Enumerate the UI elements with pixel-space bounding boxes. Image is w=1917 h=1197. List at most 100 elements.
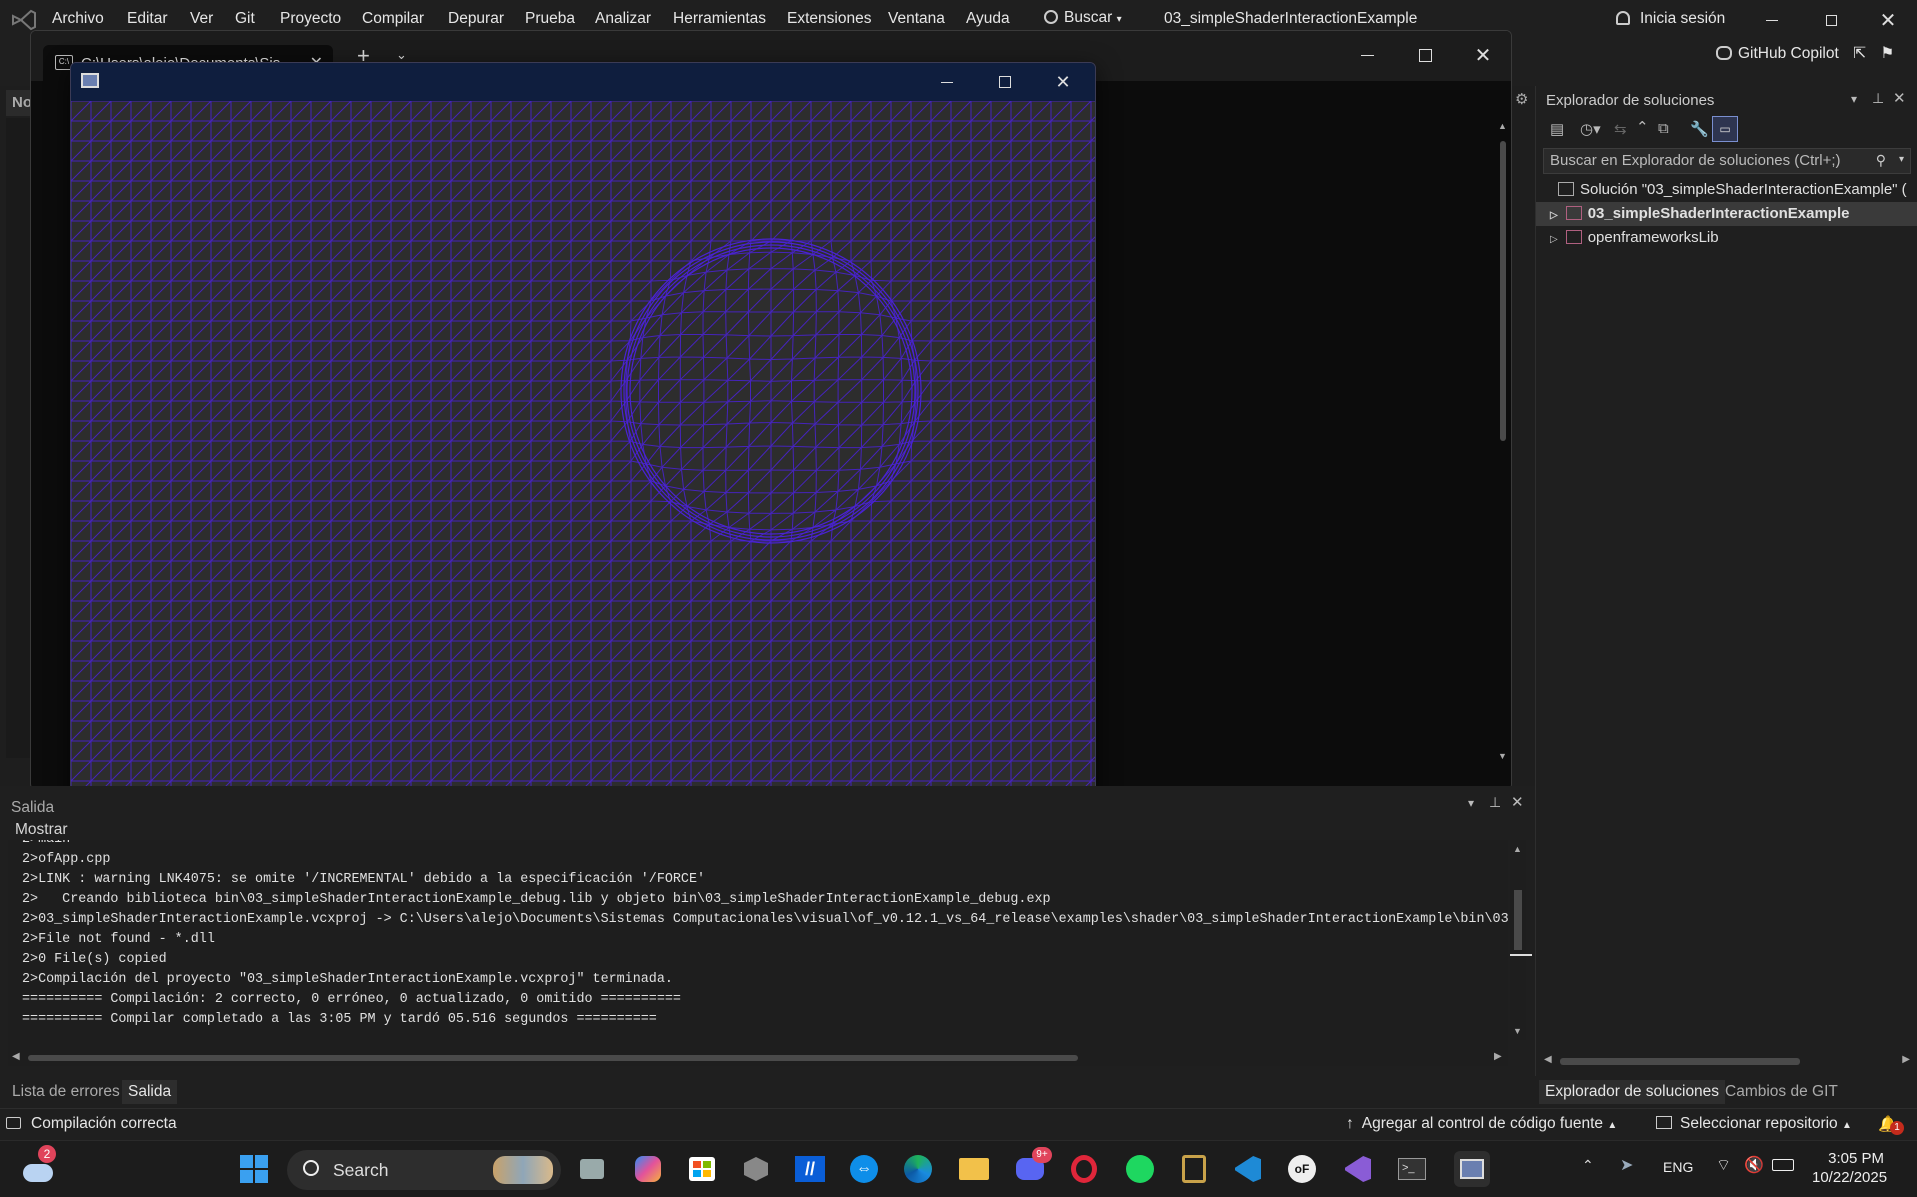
tab-git-changes[interactable]: Cambios de GIT xyxy=(1719,1080,1844,1104)
of-maximize-button[interactable] xyxy=(985,68,1025,96)
vs-close-button[interactable]: ✕ xyxy=(1868,6,1908,34)
menu-proyecto[interactable]: Proyecto xyxy=(280,10,341,28)
source-control-button[interactable]: ↑ Agregar al control de código fuente ▲ xyxy=(1346,1115,1617,1133)
expand-arrow-icon[interactable]: ▷ xyxy=(1550,234,1558,245)
file-explorer-icon[interactable] xyxy=(956,1151,992,1187)
solution-node[interactable]: Solución "03_simpleShaderInteractionExam… xyxy=(1558,178,1907,202)
task-view-button[interactable] xyxy=(574,1151,610,1187)
azure-icon[interactable]: // xyxy=(792,1151,828,1187)
panel-dropdown-icon[interactable]: ▾ xyxy=(1468,796,1474,810)
shader-canvas[interactable] xyxy=(71,101,1096,869)
menu-archivo[interactable]: Archivo xyxy=(52,10,104,28)
collapse-all-icon[interactable]: ⌃ xyxy=(1636,118,1649,136)
discord-icon[interactable]: 9+ xyxy=(1012,1147,1052,1187)
project-node-lib[interactable]: ▷ openframeworksLib xyxy=(1550,226,1719,250)
vs-minimize-button[interactable] xyxy=(1752,6,1792,34)
terminal-app-icon[interactable]: >_ xyxy=(1394,1151,1430,1187)
unity-icon[interactable] xyxy=(738,1151,774,1187)
volume-muted-icon[interactable]: 🔇 xyxy=(1744,1155,1764,1175)
visual-studio-icon[interactable] xyxy=(1340,1151,1376,1187)
battery-icon[interactable] xyxy=(1772,1159,1794,1171)
vs-restore-button[interactable] xyxy=(1811,6,1851,34)
start-button[interactable] xyxy=(236,1151,272,1187)
expand-arrow-icon[interactable]: ▷ xyxy=(1550,210,1558,221)
terminal-maximize-button[interactable] xyxy=(1405,41,1445,69)
menu-extensiones[interactable]: Extensiones xyxy=(787,10,871,28)
teamviewer-icon[interactable]: ⇔ xyxy=(846,1151,882,1187)
league-icon[interactable] xyxy=(1176,1151,1212,1187)
opera-icon[interactable] xyxy=(1066,1151,1102,1187)
menu-herramientas[interactable]: Herramientas xyxy=(673,10,766,28)
openframeworks-app-icon[interactable]: oF xyxy=(1284,1151,1320,1187)
settings-icon[interactable]: ⚙ xyxy=(1515,90,1528,108)
scroll-down-icon[interactable]: ▼ xyxy=(1513,1026,1522,1036)
output-source-label[interactable]: Mostrar xyxy=(15,821,68,839)
edge-icon[interactable] xyxy=(900,1151,936,1187)
global-search-button[interactable]: Buscar ▾ xyxy=(1044,9,1122,27)
menu-prueba[interactable]: Prueba xyxy=(525,10,575,28)
scroll-thumb[interactable] xyxy=(1560,1058,1800,1065)
properties-icon[interactable]: 🔧 xyxy=(1690,120,1709,138)
pin-icon[interactable]: ⊥ xyxy=(1872,90,1884,107)
scroll-thumb[interactable] xyxy=(28,1055,1078,1061)
feedback-icon[interactable]: ⚑ xyxy=(1880,45,1894,62)
store-icon[interactable] xyxy=(684,1151,720,1187)
scroll-up-icon[interactable]: ▲ xyxy=(1498,121,1507,131)
history-icon[interactable]: ◷▾ xyxy=(1580,120,1601,138)
scroll-down-icon[interactable]: ▼ xyxy=(1498,751,1507,761)
tray-chevron-icon[interactable]: ⌃ xyxy=(1582,1157,1594,1174)
menu-editar[interactable]: Editar xyxy=(127,10,168,28)
share-icon[interactable]: ⇱ xyxy=(1853,45,1866,62)
show-all-files-icon[interactable]: ⧉ xyxy=(1658,120,1669,137)
spotify-icon[interactable] xyxy=(1122,1151,1158,1187)
of-close-button[interactable]: ✕ xyxy=(1043,68,1083,96)
terminal-minimize-button[interactable] xyxy=(1347,41,1387,69)
close-panel-icon[interactable]: ✕ xyxy=(1893,89,1906,107)
switch-views-icon[interactable]: ▤ xyxy=(1550,120,1564,138)
sync-icon[interactable]: ⇆ xyxy=(1614,120,1627,138)
copilot-button[interactable]: GitHub Copilot ⇱ ⚑ xyxy=(1716,44,1894,63)
language-indicator[interactable]: ENG xyxy=(1663,1159,1693,1175)
scroll-thumb[interactable] xyxy=(1500,141,1506,441)
menu-ventana[interactable]: Ventana xyxy=(888,10,945,28)
menu-analizar[interactable]: Analizar xyxy=(595,10,651,28)
taskbar-search[interactable]: Search xyxy=(287,1150,561,1190)
menu-ayuda[interactable]: Ayuda xyxy=(966,10,1010,28)
scroll-right-icon[interactable]: ▶ xyxy=(1494,1051,1502,1062)
tab-dropdown-icon[interactable]: ⌄ xyxy=(396,47,407,63)
of-minimize-button[interactable] xyxy=(927,68,967,96)
terminal-close-button[interactable]: ✕ xyxy=(1463,41,1503,69)
tab-error-list[interactable]: Lista de errores xyxy=(6,1080,126,1104)
vscode-icon[interactable] xyxy=(1230,1151,1266,1187)
close-panel-icon[interactable]: ✕ xyxy=(1511,793,1524,811)
repository-button[interactable]: Seleccionar repositorio ▲ xyxy=(1656,1115,1852,1133)
signin-button[interactable]: Inicia sesión xyxy=(1616,10,1725,28)
project-node-main[interactable]: ▷ 03_simpleShaderInteractionExample xyxy=(1536,202,1917,226)
pin-icon[interactable]: ⊥ xyxy=(1489,794,1501,811)
tab-output[interactable]: Salida xyxy=(122,1080,178,1104)
scroll-right-icon[interactable]: ▶ xyxy=(1902,1054,1910,1065)
scroll-left-icon[interactable]: ◀ xyxy=(12,1051,20,1062)
menu-compilar[interactable]: Compilar xyxy=(362,10,424,28)
build-status[interactable]: Compilación correcta xyxy=(6,1115,177,1133)
scroll-left-icon[interactable]: ◀ xyxy=(1544,1054,1552,1065)
solution-search-input[interactable]: Buscar en Explorador de soluciones (Ctrl… xyxy=(1543,148,1911,174)
of-app-taskbar-icon[interactable] xyxy=(1454,1151,1490,1187)
output-vscrollbar[interactable]: ▲ ▼ xyxy=(1510,840,1532,1040)
weather-widget[interactable]: 2 xyxy=(20,1145,56,1187)
menu-ver[interactable]: Ver xyxy=(190,10,213,28)
editor-tab[interactable]: No xyxy=(6,90,32,116)
tab-solution-explorer[interactable]: Explorador de soluciones xyxy=(1539,1080,1726,1104)
notifications-button[interactable]: 🔔 1 xyxy=(1878,1115,1904,1135)
preview-icon[interactable]: ▭ xyxy=(1712,116,1738,142)
chevron-down-icon[interactable]: ▾ xyxy=(1899,154,1904,165)
visual-studio-logo-icon[interactable] xyxy=(10,8,38,32)
wifi-icon[interactable]: ⌔ xyxy=(1716,1155,1731,1175)
copilot-app-icon[interactable] xyxy=(630,1151,666,1187)
menu-depurar[interactable]: Depurar xyxy=(448,10,504,28)
scroll-thumb[interactable] xyxy=(1514,890,1522,950)
terminal-scrollbar[interactable]: ▲ ▼ xyxy=(1495,111,1511,789)
menu-git[interactable]: Git xyxy=(235,10,255,28)
solution-hscrollbar[interactable]: ◀ ▶ xyxy=(1544,1054,1910,1070)
clock[interactable]: 3:05 PM 10/22/2025 xyxy=(1812,1149,1887,1187)
